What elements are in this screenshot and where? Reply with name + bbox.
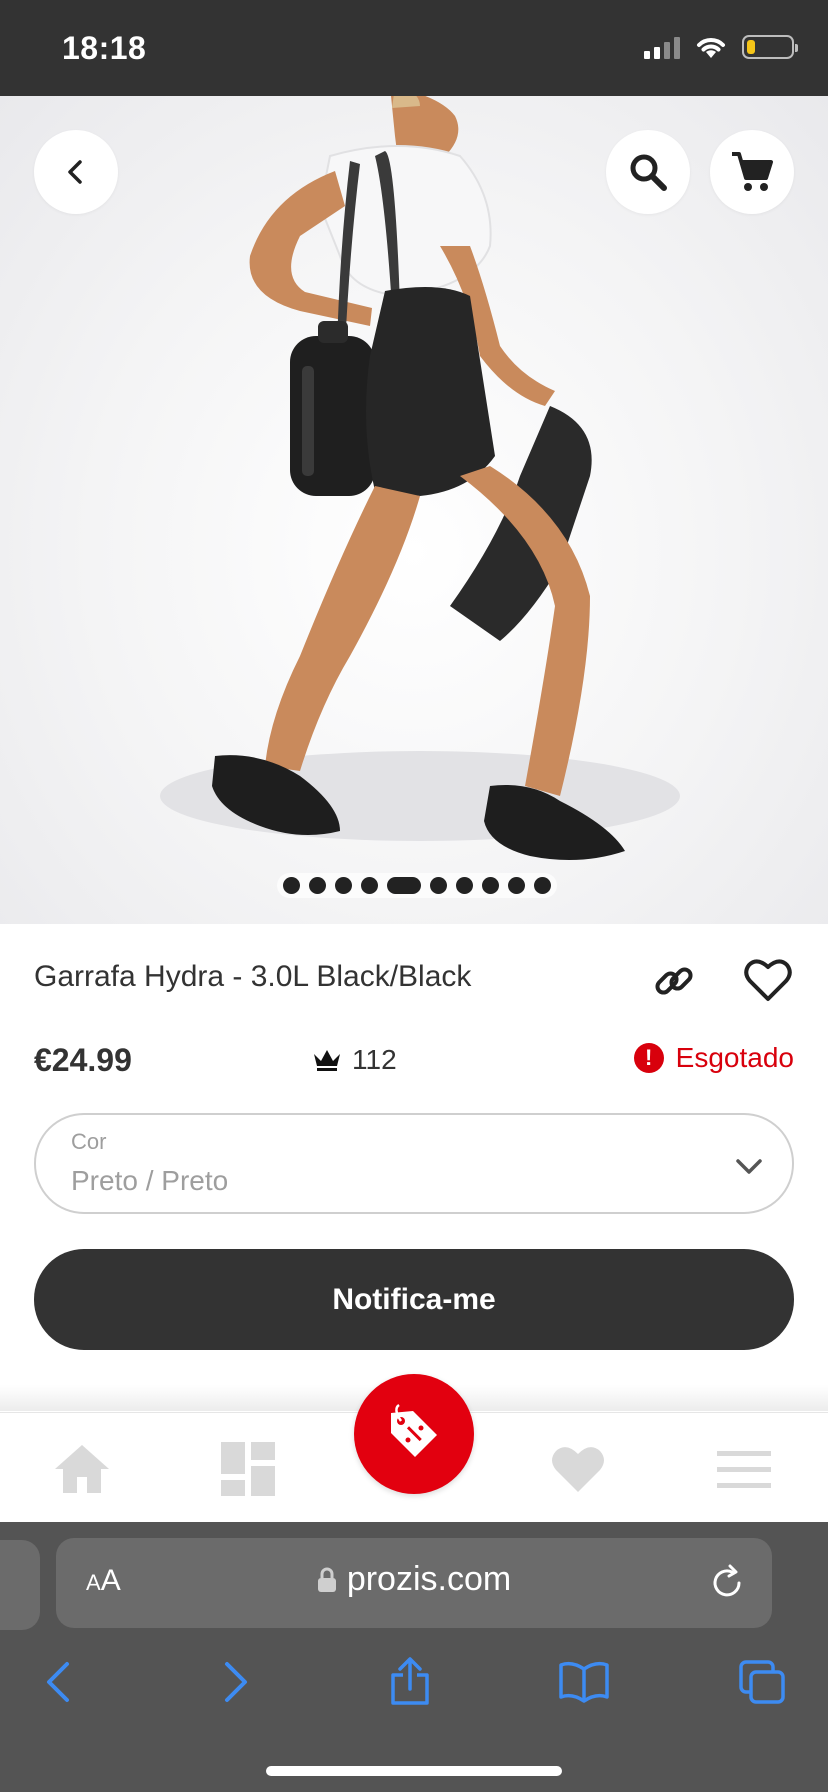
carousel-dot[interactable] <box>335 877 352 894</box>
categories-icon <box>221 1442 275 1496</box>
menu-icon <box>717 1451 771 1488</box>
home-indicator[interactable] <box>266 1766 562 1776</box>
wishlist-heart-icon[interactable] <box>743 955 793 1005</box>
product-title: Garrafa Hydra - 3.0L Black/Black <box>34 960 472 993</box>
search-button[interactable] <box>606 130 690 214</box>
product-photo <box>160 96 680 860</box>
notify-me-button[interactable]: Notifica-me <box>34 1249 794 1350</box>
battery-level <box>747 40 755 54</box>
stock-status-label: Esgotado <box>675 1042 794 1073</box>
back-button[interactable] <box>34 130 118 214</box>
carousel-dot[interactable] <box>361 877 378 894</box>
nav-home[interactable] <box>52 1439 112 1499</box>
carousel-dot[interactable] <box>508 877 525 894</box>
loyalty-points: 112 <box>312 1044 397 1076</box>
browser-bookmarks-button[interactable] <box>554 1652 614 1712</box>
chevron-down-icon <box>736 1159 762 1174</box>
status-time: 18:18 <box>62 30 147 66</box>
promotions-button[interactable] <box>354 1374 474 1494</box>
tabs-icon <box>739 1660 785 1704</box>
carousel-dot[interactable] <box>456 877 473 894</box>
cart-icon <box>732 152 773 191</box>
share-icon <box>391 1657 429 1705</box>
carousel-dot[interactable] <box>283 877 300 894</box>
browser-share-button[interactable] <box>380 1652 440 1712</box>
browser-chrome: AA prozis.com <box>0 1522 828 1792</box>
heart-icon <box>552 1447 604 1492</box>
nav-categories[interactable] <box>218 1439 278 1499</box>
status-bar: 18:18 <box>0 0 828 96</box>
carousel-dot[interactable] <box>482 877 499 894</box>
color-select-value: Preto / Preto <box>71 1165 229 1196</box>
search-icon <box>630 154 667 191</box>
promo-tag-icon <box>391 1403 437 1457</box>
share-link-button[interactable] <box>650 957 698 1005</box>
battery-icon <box>742 35 798 59</box>
browser-tabs-button[interactable] <box>732 1652 792 1712</box>
crown-icon <box>314 1050 340 1071</box>
status-icons <box>644 34 798 60</box>
url-text: prozis.com <box>346 1560 512 1598</box>
browser-back-button[interactable] <box>28 1652 88 1712</box>
nav-menu[interactable] <box>714 1439 774 1499</box>
product-price: €24.99 <box>34 1042 132 1078</box>
home-icon <box>55 1445 109 1493</box>
nav-favorites[interactable] <box>548 1439 608 1499</box>
lock-icon <box>317 1567 336 1592</box>
carousel-dot[interactable] <box>534 877 551 894</box>
color-select-label: Cor <box>71 1129 107 1154</box>
reload-icon[interactable] <box>708 1564 746 1602</box>
address-bar[interactable]: AA prozis.com <box>56 1538 772 1628</box>
alert-icon: ! <box>633 1043 664 1073</box>
carousel-dot[interactable] <box>309 877 326 894</box>
product-image-carousel[interactable] <box>0 96 828 924</box>
stock-status: ! Esgotado <box>633 1042 794 1074</box>
carousel-dot[interactable] <box>430 877 447 894</box>
cellular-signal-icon <box>644 35 680 59</box>
link-icon <box>655 967 693 995</box>
url-display: prozis.com <box>56 1560 772 1599</box>
back-arrow-icon <box>68 160 82 184</box>
points-value: 112 <box>352 1044 397 1075</box>
previous-tab-preview[interactable] <box>0 1540 40 1630</box>
back-icon <box>47 1662 69 1702</box>
carousel-dots[interactable] <box>277 873 557 898</box>
bookmarks-icon <box>559 1661 609 1703</box>
browser-forward-button[interactable] <box>206 1652 266 1712</box>
carousel-dot-active[interactable] <box>387 877 421 894</box>
wifi-icon <box>697 38 725 58</box>
color-select[interactable]: Cor Preto / Preto <box>34 1113 794 1214</box>
cart-button[interactable] <box>710 130 794 214</box>
forward-icon <box>225 1662 247 1702</box>
